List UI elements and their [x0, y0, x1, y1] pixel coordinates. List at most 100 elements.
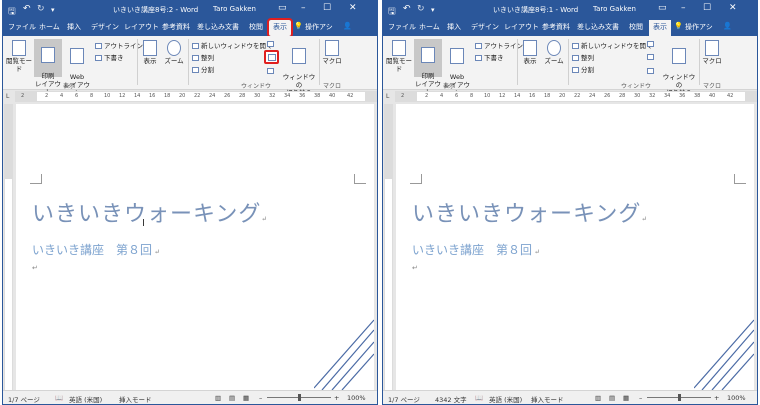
word-count[interactable]: 4342 文字: [435, 394, 467, 404]
maximize-icon[interactable]: ☐: [703, 3, 711, 13]
view-side-by-side-button[interactable]: [647, 40, 656, 48]
zoom-button[interactable]: ズーム: [543, 40, 565, 65]
split-button[interactable]: 分割: [192, 64, 214, 74]
tab-file[interactable]: ファイル: [388, 22, 416, 32]
redo-icon[interactable]: ↻: [417, 4, 425, 14]
ribbon-display-options-icon[interactable]: ▭: [278, 3, 287, 13]
zoom-in-icon[interactable]: +: [334, 394, 339, 402]
tab-file[interactable]: ファイル: [8, 22, 36, 32]
tell-me-input[interactable]: 操作アシ: [305, 22, 333, 32]
tab-view[interactable]: 表示: [267, 18, 293, 38]
switch-windows-button[interactable]: ウィンドウの 切り替え: [662, 40, 696, 97]
print-layout-button[interactable]: 印刷 レイアウト: [34, 39, 62, 96]
read-mode-button[interactable]: 閲覧モード: [385, 40, 413, 73]
vertical-ruler[interactable]: [4, 104, 13, 390]
language-status[interactable]: 英語 (米国): [69, 394, 102, 404]
reset-window-position-button[interactable]: [267, 67, 276, 75]
tab-layout[interactable]: レイアウト: [504, 22, 539, 32]
read-mode-button[interactable]: 閲覧モード: [5, 40, 33, 73]
tab-references[interactable]: 参考資料: [542, 22, 570, 32]
web-layout-view-icon[interactable]: ▦: [243, 394, 249, 402]
outline-button[interactable]: アウトライン: [475, 40, 523, 50]
tab-layout[interactable]: レイアウト: [124, 22, 159, 32]
document-subtitle[interactable]: いきいき講座 第８回 ↵: [32, 241, 160, 258]
minimize-icon[interactable]: –: [681, 3, 686, 13]
arrange-all-button[interactable]: 整列: [192, 52, 214, 62]
close-icon[interactable]: ✕: [729, 3, 737, 13]
horizontal-ruler[interactable]: 2 2 4 6 8 10 12 14 16 18 20 22 24 26 28 …: [395, 91, 757, 102]
zoom-in-icon[interactable]: +: [714, 394, 719, 402]
share-person-icon[interactable]: 👤: [723, 22, 732, 30]
lightbulb-icon[interactable]: 💡: [674, 22, 683, 30]
tell-me-input[interactable]: 操作アシ: [685, 22, 713, 32]
draft-button[interactable]: 下書き: [475, 52, 504, 62]
zoom-button[interactable]: ズーム: [163, 40, 185, 65]
tab-design[interactable]: デザイン: [91, 22, 119, 32]
undo-icon[interactable]: ↶: [403, 4, 411, 14]
proofing-icon[interactable]: 📖: [475, 394, 483, 402]
redo-icon[interactable]: ↻: [37, 4, 45, 14]
show-button[interactable]: 表示: [140, 40, 160, 65]
share-person-icon[interactable]: 👤: [343, 22, 352, 30]
ribbon-display-options-icon[interactable]: ▭: [658, 3, 667, 13]
print-layout-button[interactable]: 印刷 レイアウト: [414, 39, 442, 96]
customize-quick-access-icon[interactable]: ▾: [431, 6, 435, 14]
web-layout-view-icon[interactable]: ▦: [623, 394, 629, 402]
read-mode-view-icon[interactable]: ▥: [595, 394, 601, 402]
minimize-icon[interactable]: –: [301, 3, 306, 13]
document-title[interactable]: いきいきウォーキング↵: [32, 196, 268, 228]
view-side-by-side-button[interactable]: [267, 40, 276, 48]
tab-review[interactable]: 校閲: [629, 22, 643, 32]
synchronous-scrolling-button[interactable]: [647, 53, 656, 61]
document-subtitle[interactable]: いきいき講座 第８回 ↵: [412, 241, 540, 258]
zoom-level[interactable]: 100%: [347, 394, 366, 402]
proofing-icon[interactable]: 📖: [55, 394, 63, 402]
macros-button[interactable]: マクロ: [321, 40, 343, 65]
maximize-icon[interactable]: ☐: [323, 3, 331, 13]
customize-quick-access-icon[interactable]: ▾: [51, 6, 55, 14]
insert-mode-status[interactable]: 挿入モード: [531, 394, 564, 404]
tab-selector[interactable]: L: [3, 91, 15, 102]
tab-insert[interactable]: 挿入: [447, 22, 461, 32]
zoom-out-icon[interactable]: –: [639, 394, 642, 402]
document-page[interactable]: いきいきウォーキング↵ I いきいき講座 第８回 ↵ ↵: [16, 104, 374, 390]
new-window-button[interactable]: 新しいウィンドウを開く: [192, 40, 273, 50]
user-name[interactable]: Taro Gakken: [213, 5, 256, 13]
show-button[interactable]: 表示: [520, 40, 540, 65]
draft-button[interactable]: 下書き: [95, 52, 124, 62]
page-count[interactable]: 1/7 ページ: [388, 394, 420, 404]
tab-home[interactable]: ホーム: [419, 22, 440, 32]
outline-button[interactable]: アウトライン: [95, 40, 143, 50]
tab-home[interactable]: ホーム: [39, 22, 60, 32]
reset-window-position-button[interactable]: [647, 67, 656, 75]
user-name[interactable]: Taro Gakken: [593, 5, 636, 13]
tab-references[interactable]: 参考資料: [162, 22, 190, 32]
tab-insert[interactable]: 挿入: [67, 22, 81, 32]
new-window-button[interactable]: 新しいウィンドウを開く: [572, 40, 653, 50]
zoom-slider-handle[interactable]: [298, 394, 301, 401]
lightbulb-icon[interactable]: 💡: [294, 22, 303, 30]
page-count[interactable]: 1/7 ページ: [8, 394, 40, 404]
horizontal-ruler[interactable]: 2 2 4 6 8 10 12 14 16 18 20 22 24 26 28 …: [15, 91, 377, 102]
zoom-out-icon[interactable]: –: [259, 394, 262, 402]
print-layout-view-icon[interactable]: ▤: [609, 394, 615, 402]
read-mode-view-icon[interactable]: ▥: [215, 394, 221, 402]
vertical-ruler[interactable]: [384, 104, 393, 390]
document-title[interactable]: いきいきウォーキング↵: [412, 196, 648, 228]
document-page[interactable]: いきいきウォーキング↵ いきいき講座 第８回 ↵ ↵: [396, 104, 754, 390]
tab-view[interactable]: 表示: [649, 20, 671, 36]
tab-selector[interactable]: L: [383, 91, 395, 102]
zoom-level[interactable]: 100%: [727, 394, 746, 402]
tab-review[interactable]: 校閲: [249, 22, 263, 32]
undo-icon[interactable]: ↶: [23, 4, 31, 14]
language-status[interactable]: 英語 (米国): [489, 394, 522, 404]
arrange-all-button[interactable]: 整列: [572, 52, 594, 62]
split-button[interactable]: 分割: [572, 64, 594, 74]
macros-button[interactable]: マクロ: [701, 40, 723, 65]
close-icon[interactable]: ✕: [349, 3, 357, 13]
insert-mode-status[interactable]: 挿入モード: [119, 394, 152, 404]
zoom-slider-handle[interactable]: [678, 394, 681, 401]
synchronous-scrolling-button[interactable]: [264, 50, 279, 64]
tab-design[interactable]: デザイン: [471, 22, 499, 32]
tab-mailings[interactable]: 差し込み文書: [577, 22, 619, 32]
